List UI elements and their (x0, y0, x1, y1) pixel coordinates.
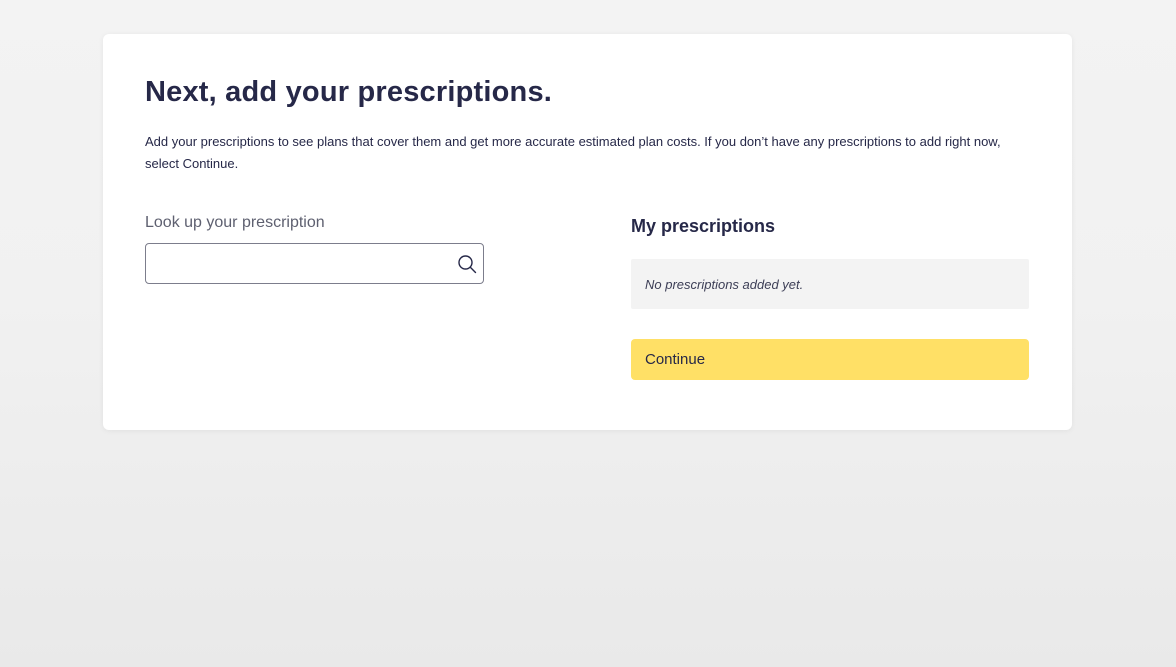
my-prescriptions-heading: My prescriptions (631, 216, 776, 236)
empty-state-message: No prescriptions added yet. (645, 276, 804, 292)
prescriptions-empty-state: No prescriptions added yet. (631, 259, 1029, 309)
prescription-search-box[interactable] (145, 243, 484, 284)
intro-text: Add your prescriptions to see plans that… (145, 134, 1001, 171)
prescriptions-card: Next, add your prescriptions. Add your p… (103, 34, 1072, 430)
page-title: Next, add your prescriptions. (145, 76, 553, 108)
lookup-label: Look up your prescription (145, 214, 325, 231)
search-icon[interactable] (457, 254, 477, 274)
continue-button[interactable]: Continue (631, 339, 1029, 380)
prescription-search-input[interactable] (146, 244, 446, 283)
